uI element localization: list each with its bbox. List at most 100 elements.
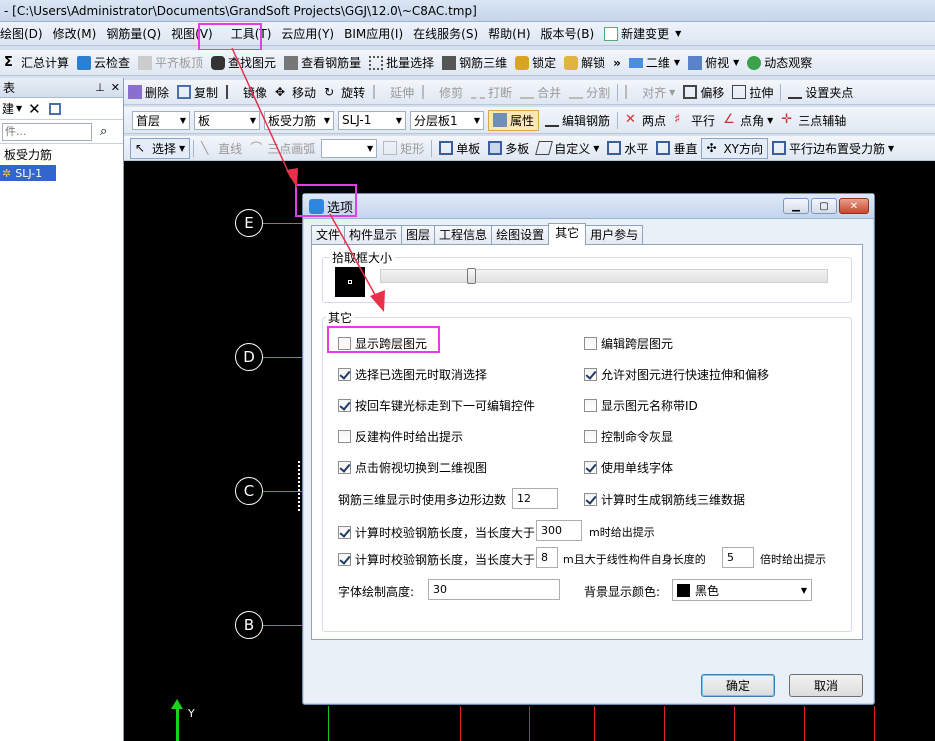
pickbox-slider-thumb[interactable]	[467, 268, 476, 284]
copy-button[interactable]: 复制	[173, 80, 222, 104]
max-length-input[interactable]	[536, 520, 582, 541]
menu-view[interactable]: 视图(V)	[166, 22, 218, 46]
edit-cross-layer-checkbox[interactable]: 编辑跨层图元	[584, 335, 673, 352]
two-point-axis-button[interactable]: ✕ 两点	[621, 108, 670, 133]
stretch-button[interactable]: 拉伸	[728, 80, 777, 104]
split-button[interactable]: 分割	[565, 80, 614, 104]
rotate-button[interactable]: ↻ 旋转	[320, 80, 369, 104]
toolbar-overflow-icon[interactable]: »	[609, 50, 625, 75]
point-angle-button[interactable]: ∠ 点角 ▼	[719, 108, 777, 133]
deselect-selected-checkbox[interactable]: 选择已选图元时取消选择	[338, 366, 487, 383]
quick-stretch-offset-checkbox[interactable]: 允许对图元进行快速拉伸和偏移	[584, 366, 769, 383]
show-cross-layer-checkbox[interactable]: 显示跨层图元	[338, 335, 427, 352]
tab-component-display[interactable]: 构件显示	[344, 224, 403, 245]
tab-file[interactable]: 文件	[311, 224, 346, 245]
min-length-input[interactable]	[536, 547, 558, 568]
parallel-axis-button[interactable]: ♯ 平行	[670, 108, 719, 133]
cloud-check-button[interactable]: 云检查	[73, 50, 134, 75]
custom-button[interactable]: 自定义 ▼	[533, 136, 603, 160]
floor-select[interactable]: 首层 ▼	[132, 110, 190, 130]
generate-3d-data-checkbox[interactable]: 计算时生成钢筋线三维数据	[584, 491, 745, 508]
check-length-ratio-checkbox[interactable]: 计算时校验钢筋长度，当长度大于	[338, 551, 535, 568]
multi-slab-button[interactable]: 多板	[484, 136, 533, 160]
tab-drawing-settings[interactable]: 绘图设置	[491, 224, 550, 245]
command-gray-checkbox[interactable]: 控制命令灰显	[584, 428, 673, 445]
single-line-font-checkbox[interactable]: 使用单线字体	[584, 459, 673, 476]
set-grip-button[interactable]: 设置夹点	[784, 80, 857, 104]
menu-help[interactable]: 帮助(H)	[483, 22, 535, 46]
arc-mode-select[interactable]: ▼	[321, 138, 378, 158]
parallel-edge-rebar-button[interactable]: 平行边布置受力筋 ▼	[768, 136, 898, 160]
view-rebar-quantity-button[interactable]: 查看钢筋量	[280, 50, 365, 75]
show-name-with-id-checkbox[interactable]: 显示图元名称带ID	[584, 397, 698, 414]
menu-new-change[interactable]: 新建变更 ▼	[599, 22, 686, 46]
menu-rebar-quantity[interactable]: 钢筋量(Q)	[101, 22, 166, 46]
single-slab-button[interactable]: 单板	[435, 136, 484, 160]
new-component-button[interactable]: 建	[2, 100, 14, 117]
minimize-button[interactable]: ▁	[783, 198, 809, 214]
extend-button[interactable]: 延伸	[369, 80, 418, 104]
view-2d-combo[interactable]: 二维 ▼	[625, 50, 684, 75]
break-button[interactable]: 打断	[467, 80, 516, 104]
bg-color-select[interactable]: 黑色 ▼	[672, 579, 812, 601]
tab-other[interactable]: 其它	[548, 222, 587, 245]
close-icon[interactable]: ✕	[111, 81, 120, 94]
lock-button[interactable]: 锁定	[511, 50, 560, 75]
tree-child-item[interactable]: ✲ SLJ-1	[0, 165, 56, 181]
line-button[interactable]: ╲ 直线	[197, 136, 246, 160]
maximize-button[interactable]: ▢	[811, 198, 837, 214]
pickbox-slider-track[interactable]	[380, 269, 828, 283]
ok-button[interactable]: 确定	[701, 674, 775, 697]
vertical-button[interactable]: 垂直	[652, 136, 701, 160]
delete-icon[interactable]: ✕	[28, 100, 41, 118]
merge-button[interactable]: 合并	[516, 80, 565, 104]
align-top-button[interactable]: 平齐板顶	[134, 50, 207, 75]
tree-parent-item[interactable]: 板受力筋	[0, 144, 123, 165]
dialog-title-bar[interactable]: 选项 ▁ ▢ ✕	[303, 194, 874, 219]
category-select[interactable]: 板 ▼	[194, 110, 260, 130]
polygon-edges-input[interactable]	[512, 488, 558, 509]
menu-tools[interactable]: 工具(T)	[226, 22, 277, 46]
unlock-button[interactable]: 解锁	[560, 50, 609, 75]
select-button[interactable]: ↖ 选择 ▼	[130, 137, 191, 159]
tab-project-info[interactable]: 工程信息	[434, 224, 493, 245]
pin-icon[interactable]: ⊥	[95, 81, 105, 94]
top-view-button[interactable]: 俯视 ▼	[684, 50, 743, 75]
rectangle-button[interactable]: 矩形	[379, 136, 428, 160]
align-button[interactable]: 对齐 ▼	[621, 80, 679, 104]
horizontal-button[interactable]: 水平	[603, 136, 652, 160]
menu-cloud[interactable]: 云应用(Y)	[276, 22, 339, 46]
search-icon[interactable]: ⌕	[100, 124, 107, 139]
three-point-axis-button[interactable]: ✛ 三点辅轴	[777, 108, 850, 133]
offset-button[interactable]: 偏移	[679, 80, 728, 104]
cancel-button[interactable]: 取消	[789, 674, 863, 697]
top-view-to-2d-checkbox[interactable]: 点击俯视切换到二维视图	[338, 459, 487, 476]
three-point-arc-button[interactable]: ⌒ 三点画弧	[246, 136, 319, 160]
enter-next-control-checkbox[interactable]: 按回车键光标走到下一可编辑控件	[338, 397, 535, 414]
properties-button[interactable]: 属性	[488, 109, 540, 131]
item-select[interactable]: SLJ-1 ▼	[338, 110, 406, 130]
menu-bim[interactable]: BIM应用(I)	[339, 22, 408, 46]
mirror-button[interactable]: 镜像	[222, 80, 271, 104]
trim-button[interactable]: 修剪	[418, 80, 467, 104]
font-height-input[interactable]	[428, 579, 560, 600]
tab-layers[interactable]: 图层	[401, 224, 436, 245]
delete-button[interactable]: 删除	[124, 80, 173, 104]
rebar-3d-button[interactable]: 钢筋三维	[438, 50, 511, 75]
menu-modify[interactable]: 修改(M)	[48, 22, 102, 46]
batch-select-button[interactable]: 批量选择	[365, 50, 438, 75]
menu-version[interactable]: 版本号(B)	[536, 22, 600, 46]
reverse-build-prompt-checkbox[interactable]: 反建构件时给出提示	[338, 428, 463, 445]
copy-icon[interactable]	[48, 102, 61, 115]
ratio-input[interactable]	[722, 547, 754, 568]
tab-user-participation[interactable]: 用户参与	[585, 224, 644, 245]
check-length-checkbox[interactable]: 计算时校验钢筋长度，当长度大于	[338, 524, 535, 541]
close-button[interactable]: ✕	[839, 198, 869, 214]
type-select[interactable]: 板受力筋 ▼	[264, 110, 334, 130]
menu-draw[interactable]: 绘图(D)	[0, 22, 48, 46]
find-element-button[interactable]: 查找图元	[207, 50, 280, 75]
sum-calc-button[interactable]: Σ 汇总计算	[0, 50, 73, 75]
dynamic-view-button[interactable]: 动态观察	[743, 50, 816, 75]
edit-rebar-button[interactable]: 编辑钢筋	[541, 108, 614, 133]
menu-online[interactable]: 在线服务(S)	[408, 22, 483, 46]
